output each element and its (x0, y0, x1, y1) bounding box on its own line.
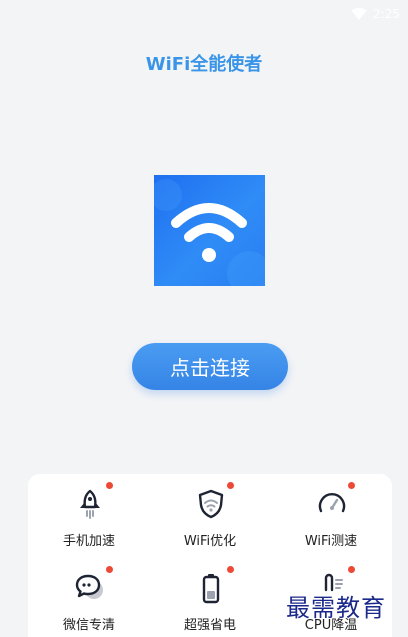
tool-wifi-speedtest[interactable]: WiFi测速 (276, 474, 386, 554)
shield-wifi-icon (195, 488, 227, 520)
badge-dot (106, 566, 113, 573)
connect-button[interactable]: 点击连接 (132, 343, 288, 390)
app-title: WiFi全能使者 (145, 54, 263, 75)
badge-dot (348, 482, 355, 489)
tool-label: 微信专清 (62, 618, 115, 633)
wifi-signal-icon (351, 7, 367, 21)
tool-label: 超强省电 (183, 618, 236, 633)
speedometer-icon (316, 488, 348, 520)
watermark-text: 最需教育 (286, 594, 386, 622)
tool-wifi-optimize[interactable]: WiFi优化 (155, 474, 265, 554)
status-time: 2:25 (373, 7, 400, 21)
badge-dot (348, 566, 355, 573)
status-bar: 2:25 (0, 0, 408, 28)
chat-bubble-icon (74, 572, 106, 604)
tool-label: WiFi测速 (304, 534, 358, 549)
badge-dot (106, 482, 113, 489)
tool-wechat-clean[interactable]: 微信专清 (34, 558, 144, 637)
badge-dot (227, 566, 234, 573)
battery-icon (195, 572, 227, 604)
app-logo (154, 175, 265, 286)
tool-label: 手机加速 (62, 534, 115, 549)
badge-dot (227, 482, 234, 489)
wifi-logo-icon (154, 179, 265, 286)
tool-power-save[interactable]: 超强省电 (155, 558, 265, 637)
rocket-icon (74, 488, 106, 520)
tool-phone-boost[interactable]: 手机加速 (34, 474, 144, 554)
tool-label: WiFi优化 (183, 534, 237, 549)
